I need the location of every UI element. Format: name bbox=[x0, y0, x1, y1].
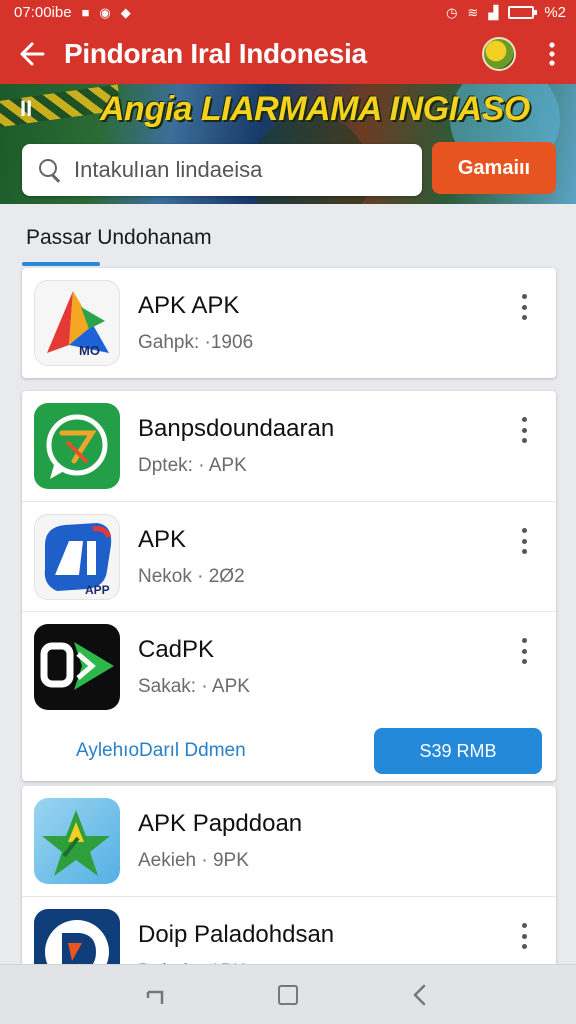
app-meta: Gahpk: ·1906 bbox=[138, 332, 254, 353]
play-arrow-app-icon bbox=[34, 623, 120, 710]
notification-icon: ■ bbox=[81, 4, 90, 20]
search-input[interactable] bbox=[74, 157, 404, 183]
page-title: Pindoran Iral Indonesia bbox=[64, 38, 367, 69]
status-bar-right: ◷ ≋ ▟ %2 bbox=[446, 4, 566, 21]
home-square-icon bbox=[278, 984, 298, 1005]
more-vertical-icon bbox=[549, 42, 555, 66]
wifi-small-icon: ◆ bbox=[120, 4, 131, 20]
chat-bubble-logo bbox=[46, 414, 108, 479]
triangle-app-icon: MO bbox=[34, 280, 120, 366]
alarm-icon: ◷ bbox=[446, 4, 458, 20]
battery-icon bbox=[508, 5, 538, 19]
battery-percent: %2 bbox=[544, 3, 566, 21]
list-item[interactable]: APP APK Nekok · 2Ø2 bbox=[22, 501, 556, 611]
list-item[interactable]: Banpsdoundaaran Dptek: · APK bbox=[22, 391, 556, 501]
banner-mark: II bbox=[20, 96, 33, 121]
list-item[interactable]: APK Papddoan Aekieh · 9PK bbox=[22, 786, 556, 896]
search-field[interactable] bbox=[22, 144, 422, 196]
list-item[interactable]: MO APK APK Gahpk: ·1906 bbox=[22, 268, 556, 378]
item-menu-button[interactable] bbox=[514, 638, 534, 664]
chat-bubble-app-icon bbox=[34, 403, 120, 489]
back-arrow-icon[interactable] bbox=[0, 24, 64, 84]
item-menu-button[interactable] bbox=[514, 417, 534, 443]
app-name: APK bbox=[138, 525, 187, 553]
back-chevron-icon bbox=[413, 984, 426, 1005]
star-app-icon bbox=[34, 798, 120, 884]
icon-badge: MO bbox=[79, 343, 100, 358]
banner-title: Angia LIARMAMA INGIASO bbox=[100, 90, 530, 128]
hero-banner: II Angia LIARMAMA INGIASO Gamaiıı bbox=[0, 84, 576, 204]
app-card: Banpsdoundaaran Dptek: · APK APP APK Nek… bbox=[22, 391, 556, 781]
item-menu-button[interactable] bbox=[514, 294, 534, 320]
section-underline bbox=[22, 262, 100, 266]
recents-icon bbox=[146, 990, 164, 1004]
section-title: Passar Undohanam bbox=[26, 226, 212, 249]
search-button[interactable]: Gamaiıı bbox=[432, 142, 556, 194]
install-button[interactable]: S39 RMB bbox=[374, 728, 542, 774]
app-card: APK Papddoan Aekieh · 9PK Doip Paladohds… bbox=[22, 786, 556, 976]
shield-app-icon: APP bbox=[34, 513, 120, 600]
app-name: APK Papddoan bbox=[138, 810, 303, 837]
signal-icon: ▟ bbox=[488, 4, 499, 20]
nav-back-button[interactable] bbox=[400, 975, 440, 1015]
item-menu-button[interactable] bbox=[514, 528, 534, 554]
recents-button[interactable] bbox=[136, 975, 176, 1015]
see-more-link[interactable]: AylehıoDarıl Ddmen bbox=[76, 740, 246, 762]
avatar[interactable] bbox=[482, 37, 516, 71]
play-arrow-logo bbox=[40, 641, 114, 690]
star-logo bbox=[42, 810, 110, 876]
overflow-menu-button[interactable] bbox=[534, 24, 570, 84]
wifi-icon: ≋ bbox=[467, 4, 479, 20]
status-time: 07:00ibe bbox=[14, 3, 72, 21]
app-meta: Nekok · 2Ø2 bbox=[138, 565, 245, 587]
location-icon: ◉ bbox=[99, 4, 111, 20]
app-name: CadPK bbox=[138, 635, 215, 663]
app-name: Banpsdoundaaran bbox=[138, 415, 335, 442]
home-button[interactable] bbox=[268, 975, 308, 1015]
app-card: MO APK APK Gahpk: ·1906 bbox=[22, 268, 556, 378]
card-footer: AylehıoDarıl Ddmen S39 RMB bbox=[22, 721, 556, 781]
search-icon bbox=[38, 158, 62, 182]
icon-badge: APP bbox=[85, 582, 110, 597]
arrow-left-icon bbox=[20, 42, 45, 66]
triangle-logo bbox=[47, 291, 109, 353]
app-meta: Aekieh · 9PK bbox=[138, 850, 249, 871]
app-name: APK APK bbox=[138, 292, 240, 319]
app-meta: Dptek: · APK bbox=[138, 455, 247, 476]
system-nav-bar bbox=[0, 964, 576, 1024]
app-meta: Sakak: · APK bbox=[138, 675, 250, 697]
app-bar: Pindoran Iral Indonesia bbox=[0, 24, 576, 84]
list-item[interactable]: CadPK Sakak: · APK bbox=[22, 611, 556, 721]
app-name: Doip Paladohdsan bbox=[138, 920, 335, 948]
status-bar: 07:00ibe ■ ◉ ◆ ◷ ≋ ▟ %2 bbox=[0, 0, 576, 24]
status-bar-left: 07:00ibe ■ ◉ ◆ bbox=[14, 4, 131, 21]
item-menu-button[interactable] bbox=[514, 923, 534, 949]
